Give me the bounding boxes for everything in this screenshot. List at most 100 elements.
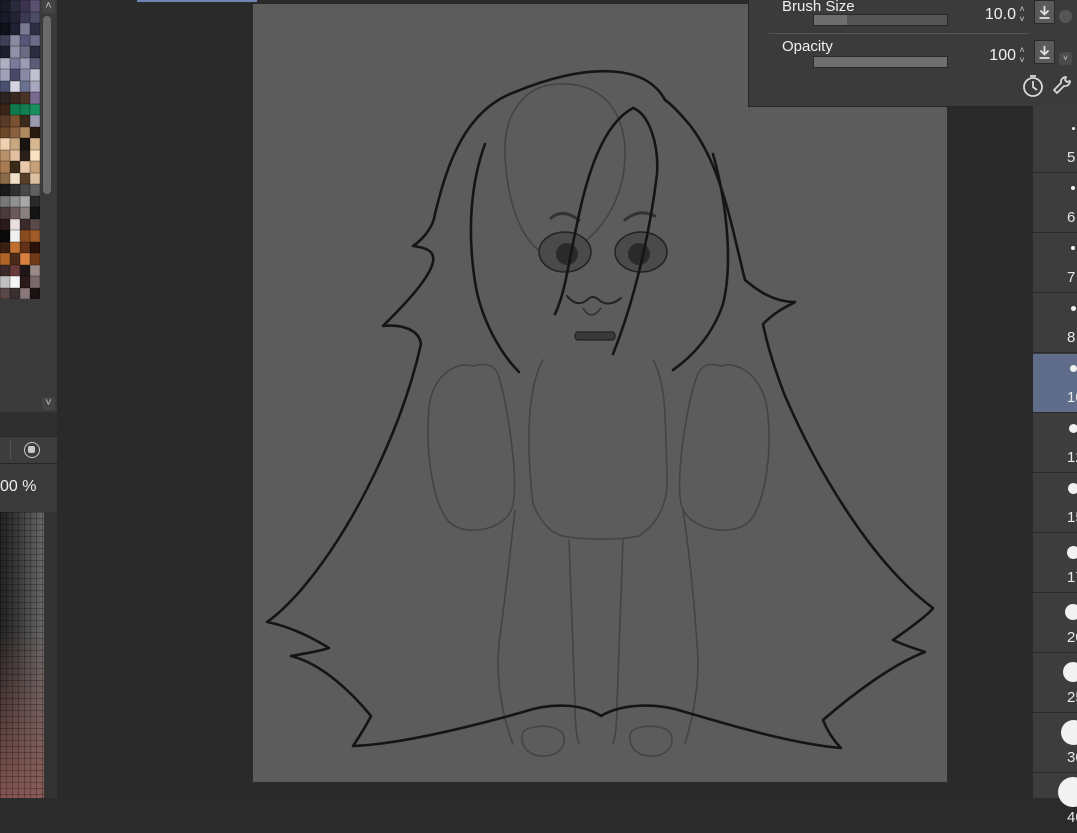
color-swatch[interactable] xyxy=(30,81,40,93)
color-swatch[interactable] xyxy=(10,127,20,139)
color-swatch[interactable] xyxy=(0,35,10,47)
brush-size-item-12[interactable]: 12 xyxy=(1033,414,1077,473)
color-swatch[interactable] xyxy=(0,196,10,208)
color-swatch[interactable] xyxy=(0,81,10,93)
color-swatch[interactable] xyxy=(20,115,30,127)
color-swatch[interactable] xyxy=(0,230,10,242)
color-swatch[interactable] xyxy=(10,58,20,70)
color-swatch[interactable] xyxy=(30,288,40,300)
color-swatch[interactable] xyxy=(10,173,20,185)
color-swatch[interactable] xyxy=(0,219,10,231)
brush-size-value[interactable]: 10.0 xyxy=(956,6,1016,24)
color-swatch[interactable] xyxy=(0,12,10,24)
color-swatch[interactable] xyxy=(0,138,10,150)
color-swatch[interactable] xyxy=(30,230,40,242)
color-swatch[interactable] xyxy=(20,219,30,231)
color-swatch[interactable] xyxy=(10,265,20,277)
color-swatch[interactable] xyxy=(20,288,30,300)
brush-size-item-40[interactable]: 40 xyxy=(1033,774,1077,833)
brush-size-item-20[interactable]: 20 xyxy=(1033,594,1077,653)
spinner-icon[interactable]: ˄˅ xyxy=(1016,45,1028,65)
color-swatch[interactable] xyxy=(10,46,20,58)
color-swatch[interactable] xyxy=(30,0,40,12)
color-swatch[interactable] xyxy=(20,69,30,81)
color-swatch[interactable] xyxy=(20,150,30,162)
brush-size-item-25[interactable]: 25 xyxy=(1033,654,1077,713)
color-swatch[interactable] xyxy=(20,207,30,219)
color-swatch[interactable] xyxy=(30,276,40,288)
color-swatch[interactable] xyxy=(30,184,40,196)
color-swatch[interactable] xyxy=(0,92,10,104)
color-swatch[interactable] xyxy=(20,104,30,116)
color-swatch[interactable] xyxy=(30,253,40,265)
color-swatch[interactable] xyxy=(30,12,40,24)
color-swatch[interactable] xyxy=(10,230,20,242)
color-swatch[interactable] xyxy=(10,0,20,12)
color-swatch[interactable] xyxy=(0,184,10,196)
color-swatch[interactable] xyxy=(20,276,30,288)
brush-size-item-17[interactable]: 17 xyxy=(1033,534,1077,593)
color-swatch[interactable] xyxy=(20,127,30,139)
color-swatch[interactable] xyxy=(30,92,40,104)
opacity-slider[interactable] xyxy=(813,56,948,68)
color-swatch[interactable] xyxy=(20,242,30,254)
brush-size-item-30[interactable]: 30 xyxy=(1033,714,1077,773)
color-swatch[interactable] xyxy=(0,46,10,58)
color-swatch[interactable] xyxy=(20,81,30,93)
color-swatch[interactable] xyxy=(10,288,20,300)
color-swatch[interactable] xyxy=(0,161,10,173)
color-swatch[interactable] xyxy=(0,253,10,265)
brush-size-item-15[interactable]: 15 xyxy=(1033,474,1077,533)
color-palette[interactable] xyxy=(0,0,40,412)
color-swatch[interactable] xyxy=(30,173,40,185)
color-swatch[interactable] xyxy=(20,265,30,277)
color-swatch[interactable] xyxy=(0,242,10,254)
color-swatch[interactable] xyxy=(20,0,30,12)
color-swatch[interactable] xyxy=(30,35,40,47)
color-swatch[interactable] xyxy=(20,58,30,70)
color-swatch[interactable] xyxy=(0,173,10,185)
color-swatch[interactable] xyxy=(0,115,10,127)
download-icon[interactable] xyxy=(1034,40,1055,64)
color-swatch[interactable] xyxy=(0,207,10,219)
color-swatch[interactable] xyxy=(10,242,20,254)
color-swatch[interactable] xyxy=(30,115,40,127)
color-swatch[interactable] xyxy=(30,138,40,150)
color-swatch[interactable] xyxy=(10,161,20,173)
color-swatch[interactable] xyxy=(0,288,10,300)
color-swatch[interactable] xyxy=(30,127,40,139)
color-swatch[interactable] xyxy=(10,35,20,47)
brush-size-item-5[interactable]: 5 xyxy=(1033,114,1077,173)
color-swatch[interactable] xyxy=(30,219,40,231)
color-swatch[interactable] xyxy=(0,23,10,35)
color-swatch[interactable] xyxy=(30,69,40,81)
color-swatch[interactable] xyxy=(0,58,10,70)
record-icon[interactable] xyxy=(24,442,40,458)
color-swatch[interactable] xyxy=(30,265,40,277)
color-swatch[interactable] xyxy=(0,276,10,288)
palette-scroll-thumb[interactable] xyxy=(43,16,51,194)
color-swatch[interactable] xyxy=(0,127,10,139)
color-swatch[interactable] xyxy=(30,58,40,70)
color-swatch[interactable] xyxy=(30,46,40,58)
color-swatch[interactable] xyxy=(10,12,20,24)
color-swatch[interactable] xyxy=(30,104,40,116)
color-swatch[interactable] xyxy=(30,161,40,173)
color-swatch[interactable] xyxy=(20,46,30,58)
color-swatch[interactable] xyxy=(10,207,20,219)
color-swatch[interactable] xyxy=(10,196,20,208)
color-swatch[interactable] xyxy=(20,184,30,196)
color-swatch[interactable] xyxy=(20,253,30,265)
download-icon[interactable] xyxy=(1034,0,1055,24)
color-swatch[interactable] xyxy=(20,196,30,208)
color-swatch[interactable] xyxy=(30,242,40,254)
color-swatch[interactable] xyxy=(10,81,20,93)
color-swatch[interactable] xyxy=(10,219,20,231)
color-swatch[interactable] xyxy=(0,150,10,162)
brush-size-item-8[interactable]: 8 xyxy=(1033,294,1077,353)
chevron-down-icon[interactable]: ˅ xyxy=(42,397,55,410)
color-swatch[interactable] xyxy=(20,12,30,24)
clock-icon[interactable] xyxy=(1021,74,1045,98)
color-swatch[interactable] xyxy=(30,207,40,219)
color-swatch[interactable] xyxy=(10,138,20,150)
